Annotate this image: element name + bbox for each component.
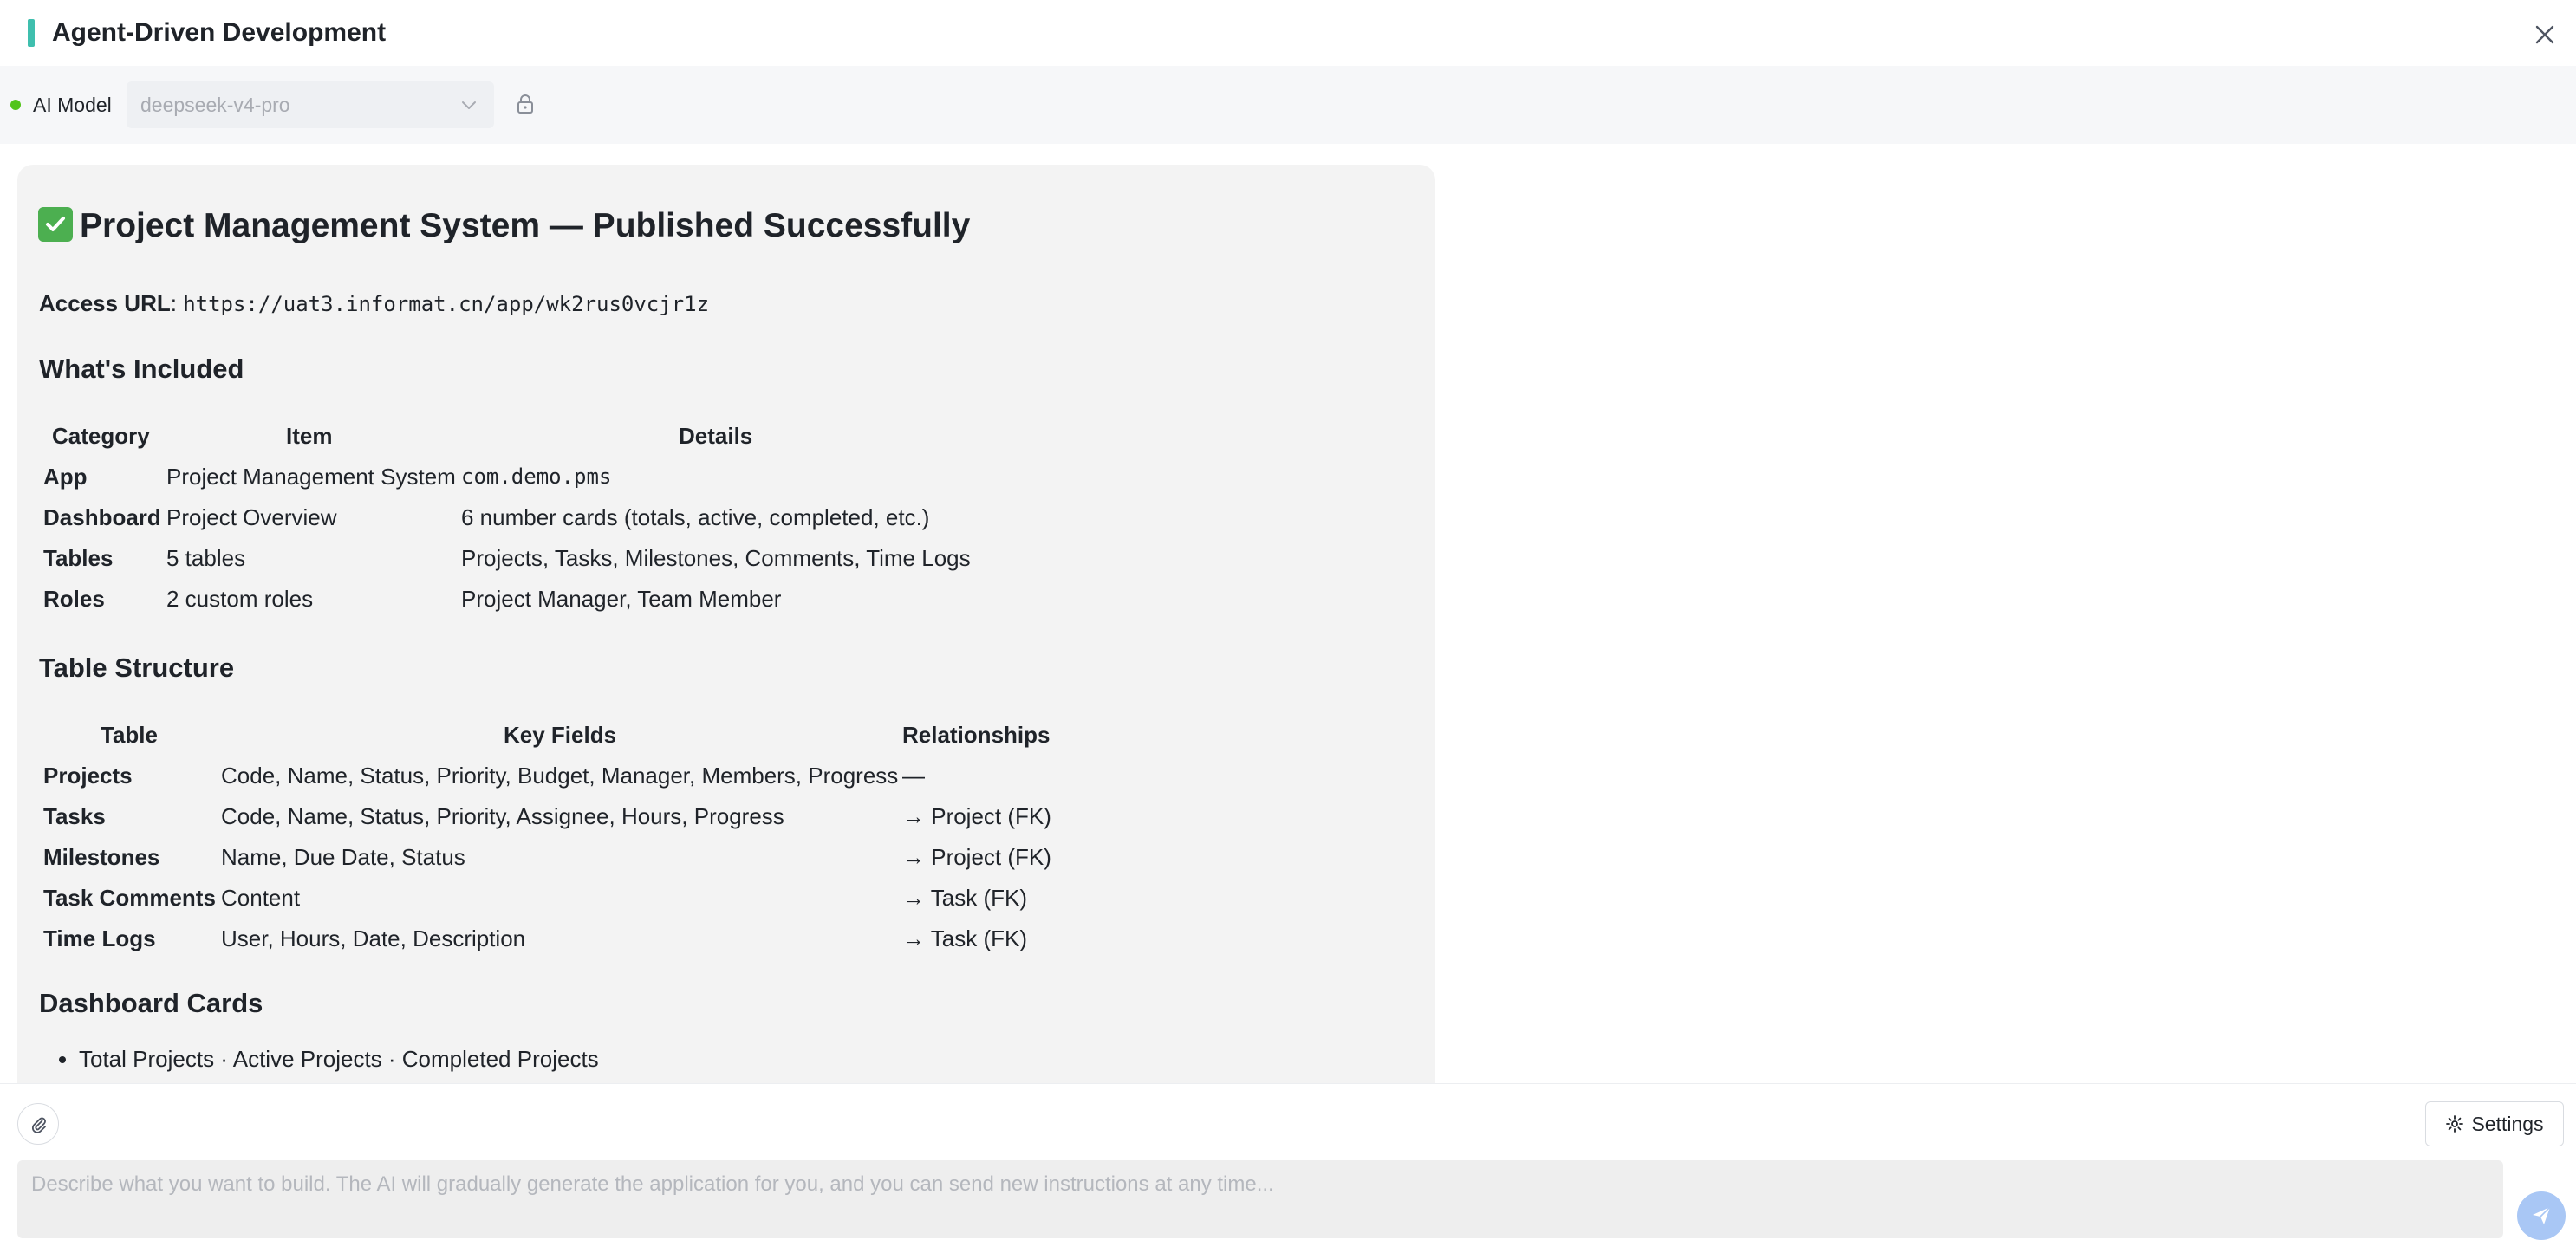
table-cell: → Task (FK) <box>902 925 1027 951</box>
table-header: Key Fields <box>504 722 617 748</box>
table-cell: → Project (FK) <box>902 803 1051 829</box>
table-cell: Code, Name, Status, Priority, Budget, Ma… <box>221 763 899 789</box>
settings-label: Settings <box>2471 1112 2544 1135</box>
table-cell: → Project (FK) <box>902 844 1051 870</box>
title-accent-bar <box>28 19 35 47</box>
attach-button[interactable] <box>17 1103 59 1145</box>
status-dot <box>10 100 21 110</box>
table-cell: User, Hours, Date, Description <box>221 925 526 951</box>
table-cell: Name, Due Date, Status <box>221 844 465 870</box>
message-card: Project Management System — Published Su… <box>17 165 1435 1083</box>
page-title: Agent-Driven Development <box>52 18 387 47</box>
composer: Settings <box>0 1083 2576 1240</box>
paperclip-icon <box>31 1117 46 1133</box>
table-cell: Code, Name, Status, Priority, Assignee, … <box>221 803 784 829</box>
prompt-input[interactable] <box>17 1160 2503 1238</box>
close-icon[interactable] <box>2531 21 2559 49</box>
lock-icon[interactable] <box>513 92 537 116</box>
table-cell: Milestones <box>43 844 160 870</box>
table-cell: → Task (FK) <box>902 885 1027 911</box>
send-button[interactable] <box>2517 1191 2566 1240</box>
cards-list: Total Projects · Active Projects · Compl… <box>39 1043 599 1074</box>
table-cell: Projects <box>43 763 133 789</box>
send-icon <box>2533 1206 2551 1224</box>
gear-icon <box>2446 1115 2464 1133</box>
table-cell: Time Logs <box>43 925 156 951</box>
table-header: Relationships <box>902 722 1051 748</box>
model-label: AI Model <box>33 94 112 116</box>
chevron-down-icon <box>459 95 478 114</box>
cards-heading: Dashboard Cards <box>39 988 263 1018</box>
table-cell: Content <box>221 885 301 911</box>
header-bar: Agent-Driven Development <box>0 0 2576 66</box>
model-select[interactable]: deepseek-v4-pro <box>127 81 494 128</box>
structure-table: Table Key Fields Relationships Projects … <box>17 165 1435 1083</box>
table-cell: Task Comments <box>43 885 216 911</box>
table-header: Table <box>101 722 158 748</box>
table-cell: — <box>902 763 925 789</box>
table-cell: Tasks <box>43 803 106 829</box>
settings-button[interactable]: Settings <box>2425 1101 2564 1146</box>
model-select-value: deepseek-v4-pro <box>140 93 290 116</box>
list-item: Total Projects · Active Projects · Compl… <box>79 1043 599 1074</box>
